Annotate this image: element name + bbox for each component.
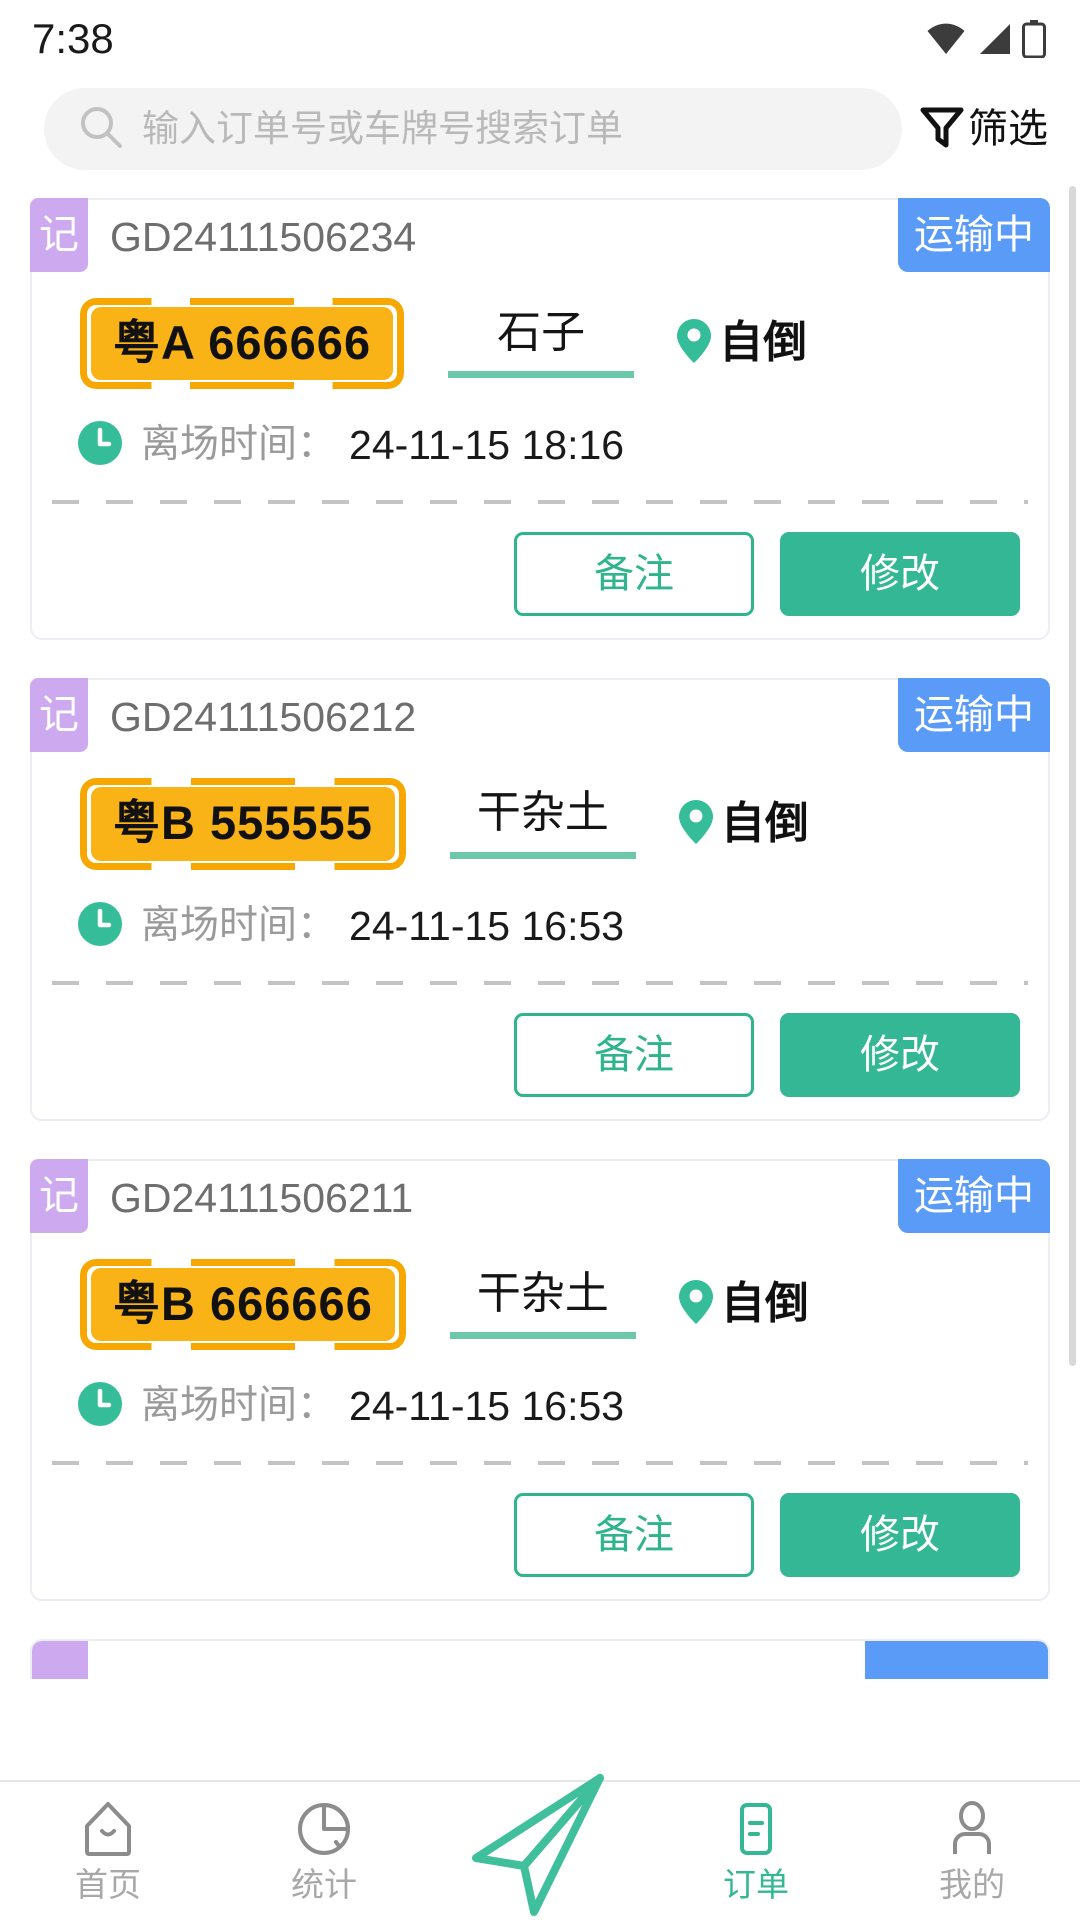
person-icon xyxy=(941,1798,1003,1860)
departure-time-row: 离场时间： 24-11-15 18:16 xyxy=(32,389,1048,472)
status-badge: 运输中 xyxy=(898,198,1050,272)
wifi-icon xyxy=(926,22,966,56)
unload-mode-label: 自倒 xyxy=(720,798,809,848)
tab-statistics-label: 统计 xyxy=(291,1866,357,1903)
status-icon-group xyxy=(926,20,1046,58)
order-number: GD24111506212 xyxy=(110,694,417,741)
record-tag xyxy=(32,1641,88,1680)
cargo-type-label: 石子 xyxy=(497,307,586,357)
location-pin-icon xyxy=(678,798,714,851)
paper-plane-icon xyxy=(460,1762,620,1920)
license-plate-text: 粤B 555555 xyxy=(91,787,395,861)
departure-time-label: 离场时间： xyxy=(141,423,337,467)
order-number: GD24111506234 xyxy=(110,214,417,260)
departure-time-label: 离场时间： xyxy=(141,1384,337,1428)
unload-mode: 自倒 xyxy=(678,1278,809,1331)
cargo-type: 干杂土 xyxy=(449,788,636,859)
tab-profile[interactable]: 我的 xyxy=(864,1798,1080,1901)
status-time: 7:38 xyxy=(32,15,114,62)
order-card[interactable]: 记 GD24111506234 运输中 粤A 666666 石子 自倒 离场时间… xyxy=(30,198,1050,641)
signal-icon xyxy=(976,22,1012,56)
clock-icon xyxy=(76,419,124,472)
order-number: GD24111506211 xyxy=(110,1174,414,1221)
pie-chart-icon xyxy=(293,1798,355,1860)
record-tag: 记 xyxy=(30,678,88,753)
license-plate-text: 粤B 666666 xyxy=(91,1267,395,1342)
search-input[interactable] xyxy=(142,88,868,170)
departure-time-row: 离场时间： 24-11-15 16:53 xyxy=(32,1350,1048,1433)
status-badge: 运输中 xyxy=(898,1158,1050,1233)
order-list-inner: 记 GD24111506234 运输中 粤A 666666 石子 自倒 离场时间… xyxy=(0,198,1080,1602)
status-badge: 运输中 xyxy=(898,678,1050,753)
home-icon xyxy=(77,1798,139,1860)
departure-time-value: 24-11-15 16:53 xyxy=(349,902,625,949)
status-badge xyxy=(865,1641,1048,1680)
cargo-type: 石子 xyxy=(448,307,635,379)
remark-button[interactable]: 备注 xyxy=(514,1493,754,1578)
card-header: 记 GD24111506211 运输中 xyxy=(30,1158,1050,1249)
clock-icon xyxy=(76,1380,124,1433)
card-actions: 备注 修改 xyxy=(32,1465,1048,1578)
tab-home[interactable]: 首页 xyxy=(0,1798,216,1901)
license-plate-text: 粤A 666666 xyxy=(91,307,394,381)
card-actions: 备注 修改 xyxy=(32,504,1048,617)
order-card-partial[interactable] xyxy=(30,1639,1050,1680)
record-tag: 记 xyxy=(30,1158,88,1233)
unload-mode-label: 自倒 xyxy=(720,1279,809,1329)
scrollbar[interactable] xyxy=(1069,186,1076,1366)
plate-row: 粤B 555555 干杂土 自倒 xyxy=(32,768,1048,869)
license-plate: 粤B 555555 xyxy=(80,778,406,869)
app-screen: 7:38 输入订单号或车牌号搜索订单 筛选 记 GD24111506234 运输… xyxy=(0,0,1080,1920)
search-icon xyxy=(78,104,124,155)
remark-button[interactable]: 备注 xyxy=(514,1012,754,1097)
document-icon xyxy=(725,1798,787,1860)
order-list[interactable]: 记 GD24111506234 运输中 粤A 666666 石子 自倒 离场时间… xyxy=(0,180,1080,1780)
license-plate: 粤A 666666 xyxy=(80,298,404,389)
clock-icon xyxy=(76,900,124,953)
unload-mode: 自倒 xyxy=(678,798,809,851)
plate-row: 粤B 666666 干杂土 自倒 xyxy=(32,1249,1048,1350)
battery-icon xyxy=(1022,20,1046,58)
card-actions: 备注 修改 xyxy=(32,985,1048,1097)
card-header: 记 GD24111506234 运输中 xyxy=(30,198,1050,288)
tab-profile-label: 我的 xyxy=(939,1866,1005,1903)
unload-mode-label: 自倒 xyxy=(719,318,808,368)
status-bar: 7:38 xyxy=(0,0,1080,78)
departure-time-row: 离场时间： 24-11-15 16:53 xyxy=(32,870,1048,953)
tab-orders-label: 订单 xyxy=(723,1866,789,1903)
filter-button[interactable]: 筛选 xyxy=(920,104,1054,155)
order-card[interactable]: 记 GD24111506212 运输中 粤B 555555 干杂土 自倒 离场时… xyxy=(30,678,1050,1121)
cargo-type-label: 干杂土 xyxy=(476,1268,609,1318)
tab-statistics[interactable]: 统计 xyxy=(216,1798,432,1901)
cargo-type-label: 干杂土 xyxy=(476,788,609,838)
license-plate: 粤B 666666 xyxy=(80,1259,406,1350)
filter-label: 筛选 xyxy=(968,107,1048,151)
filter-icon xyxy=(920,104,964,155)
remark-button[interactable]: 备注 xyxy=(514,532,754,617)
modify-button[interactable]: 修改 xyxy=(780,1493,1020,1578)
location-pin-icon xyxy=(676,317,712,370)
cargo-type: 干杂土 xyxy=(449,1268,636,1340)
tab-home-label: 首页 xyxy=(75,1866,141,1903)
location-pin-icon xyxy=(678,1278,714,1331)
record-tag: 记 xyxy=(30,198,88,272)
search-header: 筛选 xyxy=(0,78,1080,180)
modify-button[interactable]: 修改 xyxy=(780,1012,1020,1097)
bottom-tab-bar: 首页 统计 订单 我的 xyxy=(0,1774,1080,1920)
card-header: 记 GD24111506212 运输中 xyxy=(30,678,1050,768)
search-box[interactable] xyxy=(44,88,902,170)
departure-time-label: 离场时间： xyxy=(141,903,337,947)
order-card[interactable]: 记 GD24111506211 运输中 粤B 666666 干杂土 自倒 离场时… xyxy=(30,1158,1050,1602)
plate-row: 粤A 666666 石子 自倒 xyxy=(32,288,1048,389)
tab-orders[interactable]: 订单 xyxy=(648,1798,864,1901)
unload-mode: 自倒 xyxy=(676,317,807,370)
departure-time-value: 24-11-15 18:16 xyxy=(349,422,625,469)
departure-time-value: 24-11-15 16:53 xyxy=(349,1382,625,1429)
modify-button[interactable]: 修改 xyxy=(780,532,1020,617)
